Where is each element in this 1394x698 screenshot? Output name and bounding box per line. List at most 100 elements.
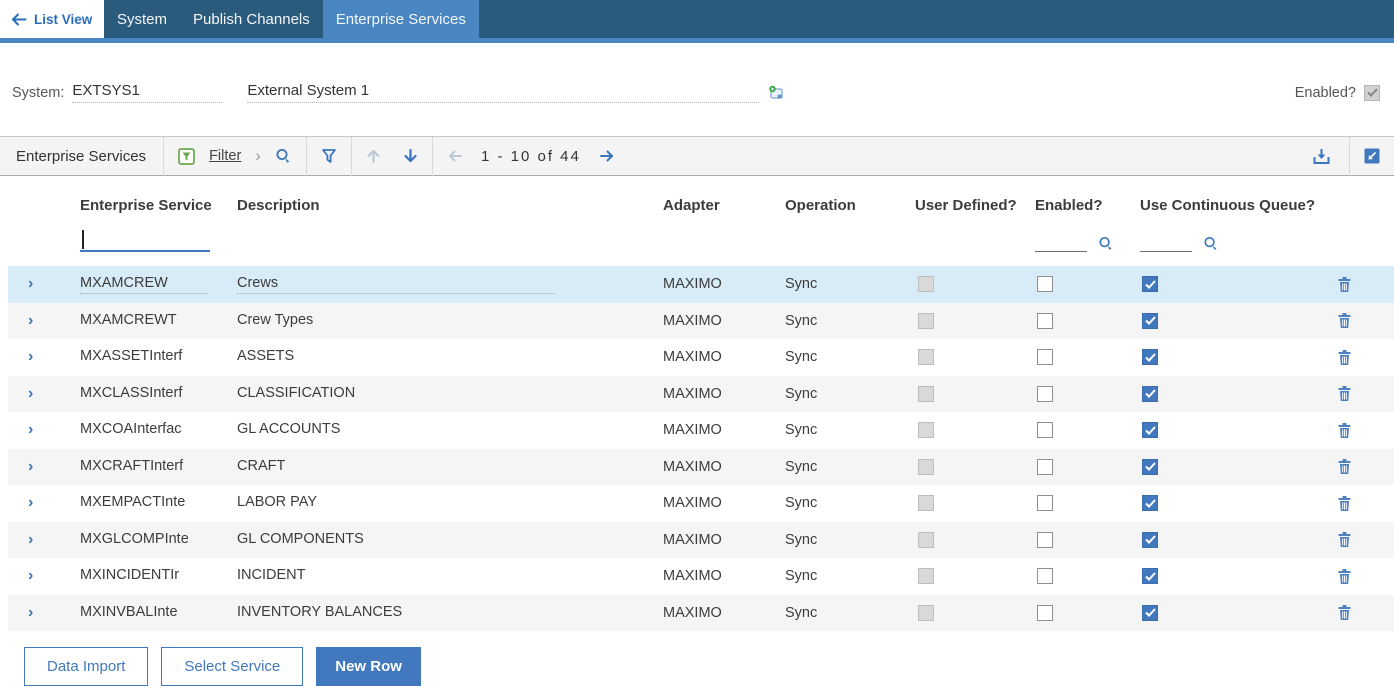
row-enterprise-service: MXCLASSInterf [80,385,182,403]
row-adapter: MAXIMO [663,495,785,511]
column-header-description[interactable]: Description [237,197,663,214]
column-header-enterprise-service[interactable]: Enterprise Service [80,197,237,214]
enabled-checkbox[interactable] [1037,313,1053,329]
row-expand-chevron-icon[interactable]: › [8,422,33,438]
table-row[interactable]: › MXEMPACTInte LABOR PAY MAXIMO Sync [8,485,1394,522]
queue-checkbox[interactable] [1142,276,1158,292]
system-value-field[interactable]: EXTSYS1 [72,82,222,103]
data-import-button[interactable]: Data Import [24,647,148,686]
delete-row-trash-icon[interactable] [1337,276,1352,293]
delete-row-trash-icon[interactable] [1337,385,1352,402]
row-expand-chevron-icon[interactable]: › [8,386,33,402]
queue-checkbox[interactable] [1142,422,1158,438]
enabled-checkbox[interactable] [1037,276,1053,292]
table-row[interactable]: › MXAMCREW Crews MAXIMO Sync [8,266,1394,303]
row-expand-chevron-icon[interactable]: › [8,495,33,511]
table-header: Enterprise Service Description Adapter O… [8,176,1394,266]
enabled-checkbox[interactable] [1037,532,1053,548]
queue-checkbox[interactable] [1142,349,1158,365]
column-header-user-defined[interactable]: User Defined? [915,197,1035,214]
queue-checkbox[interactable] [1142,386,1158,402]
enabled-filter-input[interactable] [1035,234,1087,252]
system-description-field[interactable]: External System 1 [247,82,759,103]
row-adapter: MAXIMO [663,605,785,621]
long-description-icon[interactable] [767,84,785,102]
queue-checkbox[interactable] [1142,605,1158,621]
collapse-table-icon[interactable] [1364,148,1380,164]
enabled-checkbox[interactable] [1037,495,1053,511]
queue-checkbox[interactable] [1142,495,1158,511]
search-icon[interactable] [275,148,292,165]
row-expand-chevron-icon[interactable]: › [8,568,33,584]
clear-filter-funnel-icon[interactable] [321,148,337,165]
return-to-list-view[interactable]: List View [0,0,104,38]
enabled-checkbox[interactable] [1037,459,1053,475]
tab-publish-channels[interactable]: Publish Channels [180,0,323,38]
filter-table-icon[interactable] [178,148,195,165]
table-row[interactable]: › MXASSETInterf ASSETS MAXIMO Sync [8,339,1394,376]
table-row[interactable]: › MXGLCOMPInte GL COMPONENTS MAXIMO Sync [8,522,1394,559]
row-enterprise-service: MXASSETInterf [80,348,182,366]
tab-bar: System Publish Channels Enterprise Servi… [104,0,1394,38]
top-navigation: List View System Publish Channels Enterp… [0,0,1394,38]
column-header-enabled[interactable]: Enabled? [1035,197,1140,214]
row-adapter: MAXIMO [663,532,785,548]
filter-link[interactable]: Filter [209,148,241,164]
table-row[interactable]: › MXINVBALInte INVENTORY BALANCES MAXIMO… [8,595,1394,632]
table-row[interactable]: › MXCRAFTInterf CRAFT MAXIMO Sync [8,449,1394,486]
column-header-operation[interactable]: Operation [785,197,915,214]
delete-row-trash-icon[interactable] [1337,568,1352,585]
enterprise-service-filter-input[interactable] [80,228,210,252]
table-row[interactable]: › MXAMCREWT Crew Types MAXIMO Sync [8,303,1394,340]
row-enterprise-service: MXCRAFTInterf [80,458,183,476]
queue-checkbox[interactable] [1142,313,1158,329]
row-expand-chevron-icon[interactable]: › [8,349,33,365]
table-title: Enterprise Services [0,148,163,165]
row-operation: Sync [785,276,915,292]
filter-expand-chevron-icon[interactable]: › [255,146,261,166]
table-row[interactable]: › MXINCIDENTIr INCIDENT MAXIMO Sync [8,558,1394,595]
delete-row-trash-icon[interactable] [1337,422,1352,439]
queue-filter-input[interactable] [1140,234,1192,252]
enabled-checkbox[interactable] [1037,422,1053,438]
delete-row-trash-icon[interactable] [1337,312,1352,329]
enabled-checkbox[interactable] [1037,568,1053,584]
user-defined-checkbox [918,532,934,548]
row-expand-chevron-icon[interactable]: › [8,313,33,329]
queue-checkbox[interactable] [1142,459,1158,475]
table-row[interactable]: › MXCOAInterfac GL ACCOUNTS MAXIMO Sync [8,412,1394,449]
enabled-filter-search-icon[interactable] [1098,236,1114,252]
pagination-range: 1 - 10 of 44 [473,148,589,165]
tab-system[interactable]: System [104,0,180,38]
new-row-button[interactable]: New Row [316,647,421,686]
queue-checkbox[interactable] [1142,568,1158,584]
queue-filter-search-icon[interactable] [1203,236,1219,252]
user-defined-checkbox [918,568,934,584]
enabled-checkbox[interactable] [1037,605,1053,621]
row-expand-chevron-icon[interactable]: › [8,459,33,475]
next-page-icon[interactable] [599,149,615,163]
select-service-button[interactable]: Select Service [161,647,303,686]
delete-row-trash-icon[interactable] [1337,531,1352,548]
tab-enterprise-services[interactable]: Enterprise Services [323,0,479,38]
row-expand-chevron-icon[interactable]: › [8,276,33,292]
delete-row-trash-icon[interactable] [1337,349,1352,366]
download-icon[interactable] [1312,148,1331,165]
row-expand-chevron-icon[interactable]: › [8,605,33,621]
column-header-use-continuous-queue[interactable]: Use Continuous Queue? [1140,197,1320,214]
next-row-icon[interactable] [403,148,418,164]
delete-row-trash-icon[interactable] [1337,458,1352,475]
column-header-adapter[interactable]: Adapter [663,197,785,214]
row-description: INVENTORY BALANCES [237,604,402,622]
user-defined-checkbox [918,349,934,365]
row-expand-chevron-icon[interactable]: › [8,532,33,548]
delete-row-trash-icon[interactable] [1337,495,1352,512]
delete-row-trash-icon[interactable] [1337,604,1352,621]
table-row[interactable]: › MXCLASSInterf CLASSIFICATION MAXIMO Sy… [8,376,1394,413]
enabled-checkbox[interactable] [1037,386,1053,402]
enabled-checkbox[interactable] [1037,349,1053,365]
previous-row-icon [366,148,381,164]
previous-page-icon [447,149,463,163]
row-operation: Sync [785,568,915,584]
queue-checkbox[interactable] [1142,532,1158,548]
